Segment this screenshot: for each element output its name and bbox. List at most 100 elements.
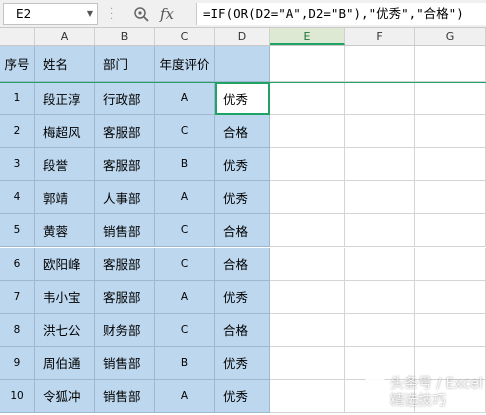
cell-name[interactable]: 段誉	[35, 148, 95, 182]
cell-result[interactable]: 合格	[215, 214, 270, 248]
empty-cell[interactable]	[270, 247, 345, 281]
cell-dept[interactable]: 销售部	[95, 379, 155, 413]
cell-dept[interactable]: 销售部	[95, 214, 155, 248]
empty-cell[interactable]	[270, 214, 345, 248]
cell-result[interactable]: 优秀	[215, 148, 270, 182]
empty-cell[interactable]	[415, 313, 486, 347]
cell-result[interactable]: 优秀	[215, 346, 270, 380]
cell-dept[interactable]: 客服部	[95, 247, 155, 281]
empty-cell[interactable]	[345, 82, 415, 116]
cell-result[interactable]: 合格	[215, 115, 270, 149]
column-header-e[interactable]: E	[270, 28, 345, 45]
empty-cell[interactable]	[345, 148, 415, 182]
header-cell-result[interactable]	[215, 46, 270, 82]
empty-cell[interactable]	[415, 280, 486, 314]
empty-cell[interactable]	[415, 214, 486, 248]
empty-cell[interactable]	[270, 181, 345, 215]
chevron-down-icon[interactable]: ▼	[87, 4, 93, 24]
name-box[interactable]: E2 ▼	[3, 3, 98, 25]
column-header-d[interactable]: D	[215, 28, 270, 45]
cell-name[interactable]: 欧阳峰	[35, 247, 95, 281]
cell-dept[interactable]: 客服部	[95, 148, 155, 182]
cell-rating[interactable]: A	[155, 280, 215, 314]
cell-rating[interactable]: A	[155, 379, 215, 413]
header-cell-dept[interactable]: 部门	[95, 46, 155, 82]
cell-result[interactable]: 优秀	[215, 379, 270, 413]
cell-rating[interactable]: C	[155, 115, 215, 149]
cell-result[interactable]: 合格	[215, 247, 270, 281]
cell-name[interactable]: 周伯通	[35, 346, 95, 380]
cell-seq[interactable]: 10	[0, 379, 35, 413]
empty-cell[interactable]	[270, 346, 345, 380]
cell-name[interactable]: 梅超风	[35, 115, 95, 149]
formula-input[interactable]: =IF(OR(D2="A",D2="B"),"优秀","合格")	[196, 3, 486, 25]
column-header-c[interactable]: C	[155, 28, 215, 45]
table-row: 6 欧阳峰 客服部 C 合格	[0, 247, 486, 281]
cell-name[interactable]: 洪七公	[35, 313, 95, 347]
cell-dept[interactable]: 人事部	[95, 181, 155, 215]
empty-cell[interactable]	[345, 313, 415, 347]
cell-rating[interactable]: B	[155, 148, 215, 182]
header-cell-name[interactable]: 姓名	[35, 46, 95, 82]
cell-result[interactable]: 优秀	[215, 181, 270, 215]
empty-cell[interactable]	[270, 82, 345, 116]
cell-dept[interactable]: 客服部	[95, 280, 155, 314]
cell-rating[interactable]: A	[155, 181, 215, 215]
cell-result-selected[interactable]: 优秀	[215, 82, 270, 116]
empty-cell[interactable]	[415, 148, 486, 182]
cell-dept[interactable]: 行政部	[95, 82, 155, 116]
empty-cell[interactable]	[415, 247, 486, 281]
cell-name[interactable]: 令狐冲	[35, 379, 95, 413]
empty-cell[interactable]	[345, 247, 415, 281]
header-cell-rating[interactable]: 年度评价	[155, 46, 215, 82]
empty-cell[interactable]	[345, 280, 415, 314]
empty-cell[interactable]	[345, 115, 415, 149]
column-header-g[interactable]: G	[415, 28, 486, 45]
empty-cell[interactable]	[270, 148, 345, 182]
zoom-icon[interactable]	[133, 6, 149, 22]
column-header-b[interactable]: B	[95, 28, 155, 45]
cell-seq[interactable]: 2	[0, 115, 35, 149]
empty-cell[interactable]	[270, 313, 345, 347]
empty-cell[interactable]	[345, 214, 415, 248]
empty-cell[interactable]	[415, 115, 486, 149]
empty-cell[interactable]	[270, 379, 345, 413]
empty-cell[interactable]	[270, 280, 345, 314]
cell-result[interactable]: 合格	[215, 313, 270, 347]
cell-name[interactable]: 段正淳	[35, 82, 95, 116]
column-header-f[interactable]: F	[345, 28, 415, 45]
select-all-corner[interactable]	[0, 28, 35, 45]
empty-cell[interactable]	[415, 82, 486, 116]
header-cell-seq[interactable]: 序号	[0, 46, 35, 82]
empty-cell[interactable]	[270, 115, 345, 149]
empty-cell[interactable]	[345, 46, 415, 82]
cell-dept[interactable]: 财务部	[95, 313, 155, 347]
column-header-a[interactable]: A	[35, 28, 95, 45]
cell-name[interactable]: 黄蓉	[35, 214, 95, 248]
cell-seq[interactable]: 8	[0, 313, 35, 347]
empty-cell[interactable]	[415, 46, 486, 82]
table-row: 4 郭靖 人事部 A 优秀	[0, 181, 486, 215]
cell-seq[interactable]: 7	[0, 280, 35, 314]
cell-seq[interactable]: 1	[0, 82, 35, 116]
cell-rating[interactable]: C	[155, 214, 215, 248]
cell-seq[interactable]: 6	[0, 247, 35, 281]
cell-seq[interactable]: 5	[0, 214, 35, 248]
cell-rating[interactable]: C	[155, 247, 215, 281]
cell-result[interactable]: 优秀	[215, 280, 270, 314]
cell-rating[interactable]: C	[155, 313, 215, 347]
cell-seq[interactable]: 9	[0, 346, 35, 380]
cell-rating[interactable]: B	[155, 346, 215, 380]
cell-seq[interactable]: 3	[0, 148, 35, 182]
cell-dept[interactable]: 客服部	[95, 115, 155, 149]
cell-name[interactable]: 郭靖	[35, 181, 95, 215]
cell-seq[interactable]: 4	[0, 181, 35, 215]
fx-icon[interactable]: fx	[160, 4, 182, 24]
cell-name[interactable]: 韦小宝	[35, 280, 95, 314]
empty-cell[interactable]	[270, 46, 345, 82]
cell-rating[interactable]: A	[155, 82, 215, 116]
cell-dept[interactable]: 销售部	[95, 346, 155, 380]
empty-cell[interactable]	[345, 181, 415, 215]
table-row: 1 段正淳 行政部 A 优秀	[0, 82, 486, 116]
empty-cell[interactable]	[415, 181, 486, 215]
